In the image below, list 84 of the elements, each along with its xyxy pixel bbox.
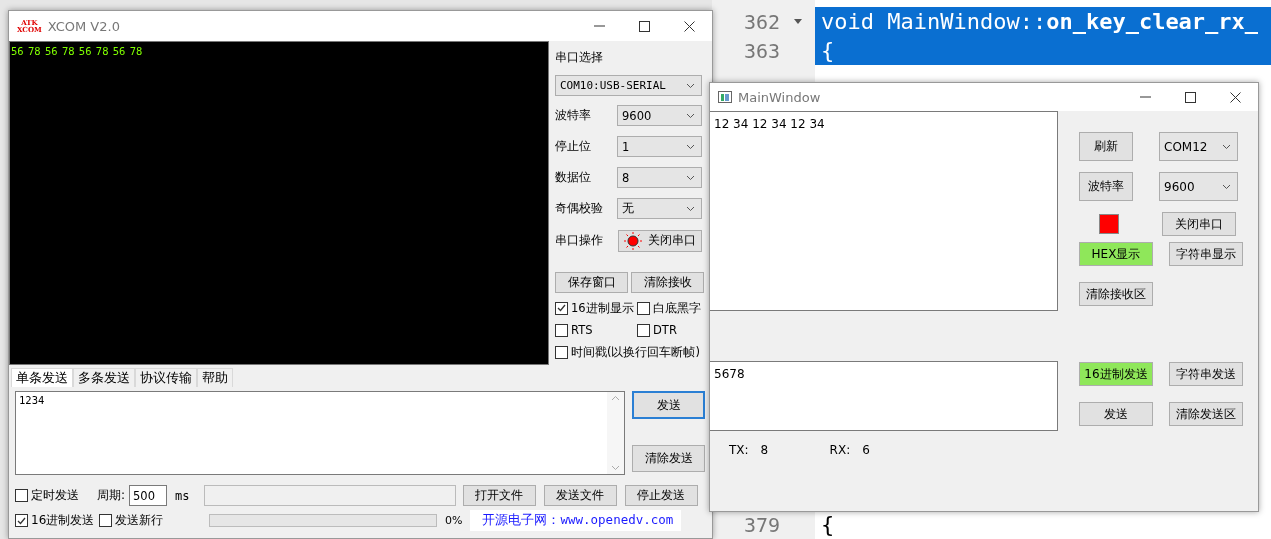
setting-dropdown[interactable]: 无: [617, 198, 702, 219]
receive-action-button[interactable]: 保存窗口: [555, 272, 628, 293]
window-icon: [718, 91, 732, 103]
checkbox[interactable]: [555, 301, 568, 315]
port-dropdown[interactable]: COM12: [1159, 132, 1238, 161]
tab[interactable]: 帮助: [197, 368, 233, 387]
file-action-button[interactable]: 发送文件: [543, 485, 617, 506]
clear-send-button[interactable]: 清除发送: [632, 445, 705, 472]
send-text: 5678: [714, 367, 745, 381]
checkbox-label: 白底黑字: [653, 300, 701, 316]
line-number: 363: [742, 38, 780, 63]
refresh-button[interactable]: 刷新: [1079, 132, 1133, 161]
tx-label: TX:: [729, 443, 749, 457]
port-dropdown[interactable]: COM10:USB-SERIAL: [555, 75, 702, 96]
setting-label: 停止位: [555, 139, 592, 154]
close-port-button[interactable]: 关闭串口: [1162, 212, 1236, 236]
checkbox[interactable]: [555, 345, 568, 359]
baud-dropdown[interactable]: 9600: [1159, 172, 1238, 201]
send-mode-button[interactable]: 字符串发送: [1169, 362, 1243, 386]
caret-icon: [1222, 143, 1231, 150]
received-data: 56 78 56 78 56 78 56 78: [11, 45, 143, 57]
file-action-button[interactable]: 打开文件: [462, 485, 536, 506]
clear-receive-button[interactable]: 清除接收区: [1079, 282, 1153, 306]
line-number: 379: [742, 512, 780, 537]
display-mode-button[interactable]: HEX显示: [1079, 242, 1153, 266]
caret-icon: [686, 143, 695, 150]
maximize-icon[interactable]: [1185, 91, 1196, 103]
window-title: XCOM V2.0: [47, 18, 121, 34]
checkbox-label: RTS: [571, 323, 593, 337]
checkbox[interactable]: [637, 301, 650, 315]
receive-action-button[interactable]: 清除接收: [631, 272, 704, 293]
tab[interactable]: 单条发送: [11, 368, 73, 387]
send-mode-button[interactable]: 16进制发送: [1079, 362, 1153, 386]
setting-label: 数据位: [555, 170, 592, 185]
period-unit: ms: [175, 488, 190, 503]
send-button[interactable]: 发送: [632, 391, 705, 419]
checkbox-label: DTR: [653, 323, 677, 337]
setting-dropdown[interactable]: 1: [617, 136, 702, 157]
progress-reading: 0%: [445, 514, 463, 527]
checkbox-label: 16进制显示: [571, 300, 634, 316]
close-port-button[interactable]: 关闭串口: [618, 229, 702, 252]
checkbox[interactable]: [15, 489, 28, 502]
tx-count: 8: [760, 443, 770, 457]
setting-label: 波特率: [555, 108, 592, 123]
checkbox[interactable]: [555, 323, 568, 337]
file-path-field[interactable]: [203, 485, 456, 506]
checkbox[interactable]: [99, 514, 112, 527]
period-input[interactable]: 500: [129, 485, 168, 506]
checkbox-label: 发送新行: [115, 512, 163, 529]
checkbox-label: 16进制发送: [31, 512, 95, 529]
caret-icon: [1222, 183, 1231, 190]
setting-label: 奇偶校验: [555, 201, 604, 216]
file-action-button[interactable]: 停止发送: [624, 485, 698, 506]
rx-count: 6: [862, 443, 870, 457]
caret-icon: [686, 82, 695, 89]
checkbox[interactable]: [637, 323, 650, 337]
clear-send-button[interactable]: 清除发送区: [1169, 402, 1243, 426]
operation-label: 串口操作: [555, 233, 604, 248]
tab[interactable]: 多条发送: [73, 368, 135, 387]
display-mode-button[interactable]: 字符串显示: [1169, 242, 1243, 266]
close-icon[interactable]: [684, 20, 695, 32]
close-icon[interactable]: [1230, 91, 1241, 103]
send-input[interactable]: 1234: [15, 391, 625, 475]
maximize-icon[interactable]: [639, 20, 650, 32]
caret-icon: [686, 174, 695, 181]
setting-dropdown[interactable]: 9600: [617, 105, 702, 126]
line-number: 362: [742, 9, 780, 34]
fold-marker-icon[interactable]: [794, 19, 802, 24]
baud-rate-button[interactable]: 波特率: [1079, 172, 1133, 201]
setting-dropdown[interactable]: 8: [617, 167, 702, 188]
received-data: 12 34 12 34 12 34: [714, 117, 825, 131]
window-title: MainWindow: [738, 89, 822, 105]
period-label: 周期:: [97, 487, 126, 504]
port-label: 串口选择: [555, 49, 603, 65]
checkbox-label: 时间戳(以换行回车断帧): [571, 344, 700, 360]
checkbox-label: 定时发送: [31, 487, 79, 504]
send-button[interactable]: 发送: [1079, 402, 1153, 426]
caret-icon: [686, 205, 695, 212]
website-link[interactable]: 开源电子网：www.openedv.com: [470, 510, 682, 531]
caret-icon: [686, 112, 695, 119]
tab[interactable]: 协议传输: [135, 368, 197, 387]
checkbox[interactable]: [15, 514, 28, 527]
send-input[interactable]: 5678: [710, 361, 1058, 431]
rx-label: RX:: [829, 443, 851, 457]
